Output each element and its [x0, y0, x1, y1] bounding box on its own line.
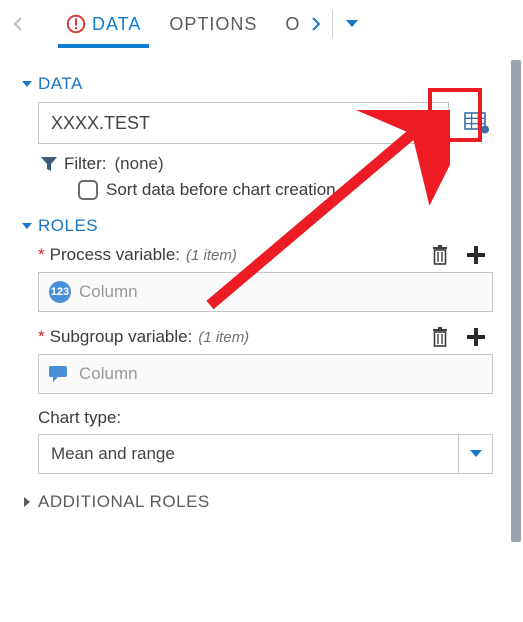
- subgroup-variable-label-row: * Subgroup variable: (1 item): [38, 326, 493, 348]
- vertical-scrollbar[interactable]: [511, 60, 521, 608]
- category-type-icon: [49, 363, 71, 385]
- section-header-additional-roles[interactable]: ADDITIONAL ROLES: [22, 492, 497, 512]
- warning-icon: [66, 14, 86, 34]
- scrollbar-thumb[interactable]: [511, 60, 521, 542]
- process-variable-placeholder: Column: [79, 282, 138, 302]
- trash-icon: [429, 244, 451, 266]
- required-asterisk: *: [38, 327, 45, 347]
- process-variable-dropzone[interactable]: 123 Column: [38, 272, 493, 312]
- filter-label: Filter:: [64, 154, 107, 174]
- tab-bar: DATA OPTIONS O: [0, 0, 523, 48]
- process-variable-label: Process variable:: [50, 245, 180, 265]
- tab-options[interactable]: OPTIONS: [155, 0, 271, 48]
- section-header-roles[interactable]: ROLES: [22, 216, 497, 236]
- chevron-down-icon: [458, 435, 492, 473]
- process-variable-add-button[interactable]: [465, 244, 487, 266]
- subgroup-variable-label: Subgroup variable:: [50, 327, 193, 347]
- chevron-down-icon: [428, 113, 440, 134]
- tabs-divider: [332, 10, 333, 38]
- trash-icon: [429, 326, 451, 348]
- chart-type-value: Mean and range: [51, 444, 175, 464]
- data-table-icon: [464, 112, 490, 134]
- section-title: ADDITIONAL ROLES: [38, 492, 210, 512]
- filter-row[interactable]: Filter: (none): [40, 154, 497, 174]
- plus-icon: [465, 244, 487, 266]
- process-variable-label-row: * Process variable: (1 item): [38, 244, 493, 266]
- section-header-data[interactable]: DATA: [22, 74, 497, 94]
- filter-value: (none): [115, 154, 164, 174]
- tabs-scroll-left[interactable]: [6, 0, 30, 48]
- subgroup-variable-count: (1 item): [198, 329, 249, 346]
- chart-type-label: Chart type:: [38, 408, 121, 428]
- subgroup-variable-placeholder: Column: [79, 364, 138, 384]
- funnel-icon: [40, 155, 58, 173]
- data-source-select[interactable]: XXXX.TEST: [38, 102, 449, 144]
- data-source-value: XXXX.TEST: [51, 113, 150, 134]
- sort-checkbox[interactable]: [78, 180, 98, 200]
- tabs-overflow-menu[interactable]: [337, 0, 367, 48]
- tabs-scroll-right[interactable]: [304, 0, 328, 48]
- caret-down-icon: [22, 79, 32, 89]
- section-title: ROLES: [38, 216, 98, 236]
- tab-label: DATA: [92, 14, 141, 35]
- subgroup-variable-add-button[interactable]: [465, 326, 487, 348]
- caret-down-icon: [22, 221, 32, 231]
- chart-type-select[interactable]: Mean and range: [38, 434, 493, 474]
- plus-icon: [465, 326, 487, 348]
- tab-label: O: [285, 14, 300, 35]
- caret-right-icon: [22, 497, 32, 507]
- subgroup-variable-dropzone[interactable]: Column: [38, 354, 493, 394]
- sort-label: Sort data before chart creation: [106, 180, 336, 200]
- section-title: DATA: [38, 74, 83, 94]
- view-data-table-button[interactable]: [457, 103, 497, 143]
- sort-row: Sort data before chart creation: [78, 180, 497, 200]
- required-asterisk: *: [38, 245, 45, 265]
- process-variable-count: (1 item): [186, 247, 237, 264]
- subgroup-variable-delete-button[interactable]: [429, 326, 451, 348]
- tab-overflow-fragment[interactable]: O: [271, 0, 304, 48]
- process-variable-delete-button[interactable]: [429, 244, 451, 266]
- numeric-type-icon: 123: [49, 281, 71, 303]
- tab-label: OPTIONS: [169, 14, 257, 35]
- tab-data[interactable]: DATA: [52, 0, 155, 48]
- chart-type-label-row: Chart type:: [38, 408, 493, 428]
